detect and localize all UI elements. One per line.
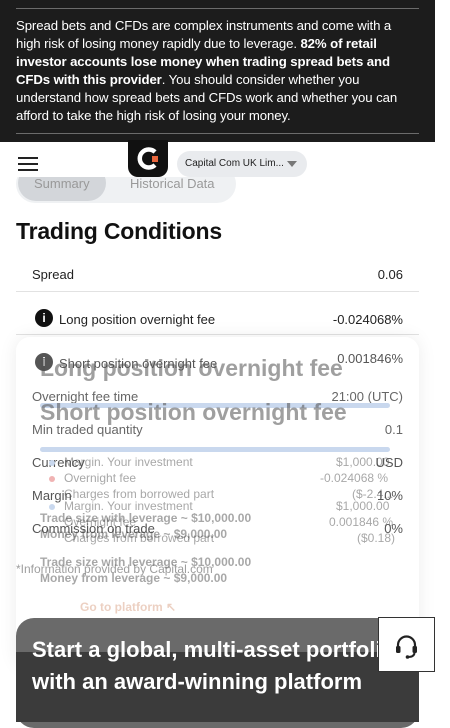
- ghost-margin-investment: Margin. Your investment: [64, 455, 193, 469]
- hamburger-menu-icon[interactable]: [18, 157, 38, 171]
- arrow-up-left-icon: ↖: [166, 600, 177, 614]
- page-title: Trading Conditions: [16, 218, 222, 244]
- ghost-trade-size: Trade size with leverage ~ $10,000.00: [40, 555, 252, 569]
- divider: [16, 8, 419, 9]
- promo-headline: Start a global, multi-asset portfolio wi…: [32, 637, 396, 694]
- legend-dot: [49, 460, 55, 466]
- ghost-long-fee-value: -0.024068 %: [320, 471, 389, 485]
- ghost-short-charges-value: ($0.18): [357, 531, 396, 545]
- risk-warning-text: Spread bets and CFDs are complex instrum…: [16, 18, 398, 123]
- capital-com-logo[interactable]: [128, 140, 168, 177]
- support-button[interactable]: [378, 617, 435, 672]
- headset-icon: [396, 635, 417, 659]
- logo-icon: [137, 147, 158, 170]
- ghost-long-investment-value: $1,000.00: [336, 455, 390, 469]
- legend-dot: [49, 504, 55, 510]
- ghost-overnight-fee: Overnight fee: [64, 471, 137, 485]
- ghost-leverage-money: Money from leverage ~ $9,000.00: [40, 571, 228, 585]
- divider: [16, 291, 419, 292]
- info-icon[interactable]: i: [35, 309, 53, 327]
- divider: [16, 334, 419, 335]
- chevron-down-icon: [287, 161, 297, 167]
- ghost-charges: Charges from borrowed part: [64, 531, 215, 545]
- entity-select[interactable]: Capital Com UK Lim...: [177, 151, 307, 177]
- ghost-short-investment-value: $1,000.00: [336, 499, 390, 513]
- fee-bar: [40, 447, 390, 452]
- risk-warning-banner: Spread bets and CFDs are complex instrum…: [0, 0, 435, 142]
- ghost-long-title: Long position overnight fee: [40, 355, 343, 381]
- divider: [16, 133, 419, 134]
- go-to-platform-link[interactable]: Go to platform ↖: [80, 600, 176, 614]
- legend-dot: [49, 476, 55, 482]
